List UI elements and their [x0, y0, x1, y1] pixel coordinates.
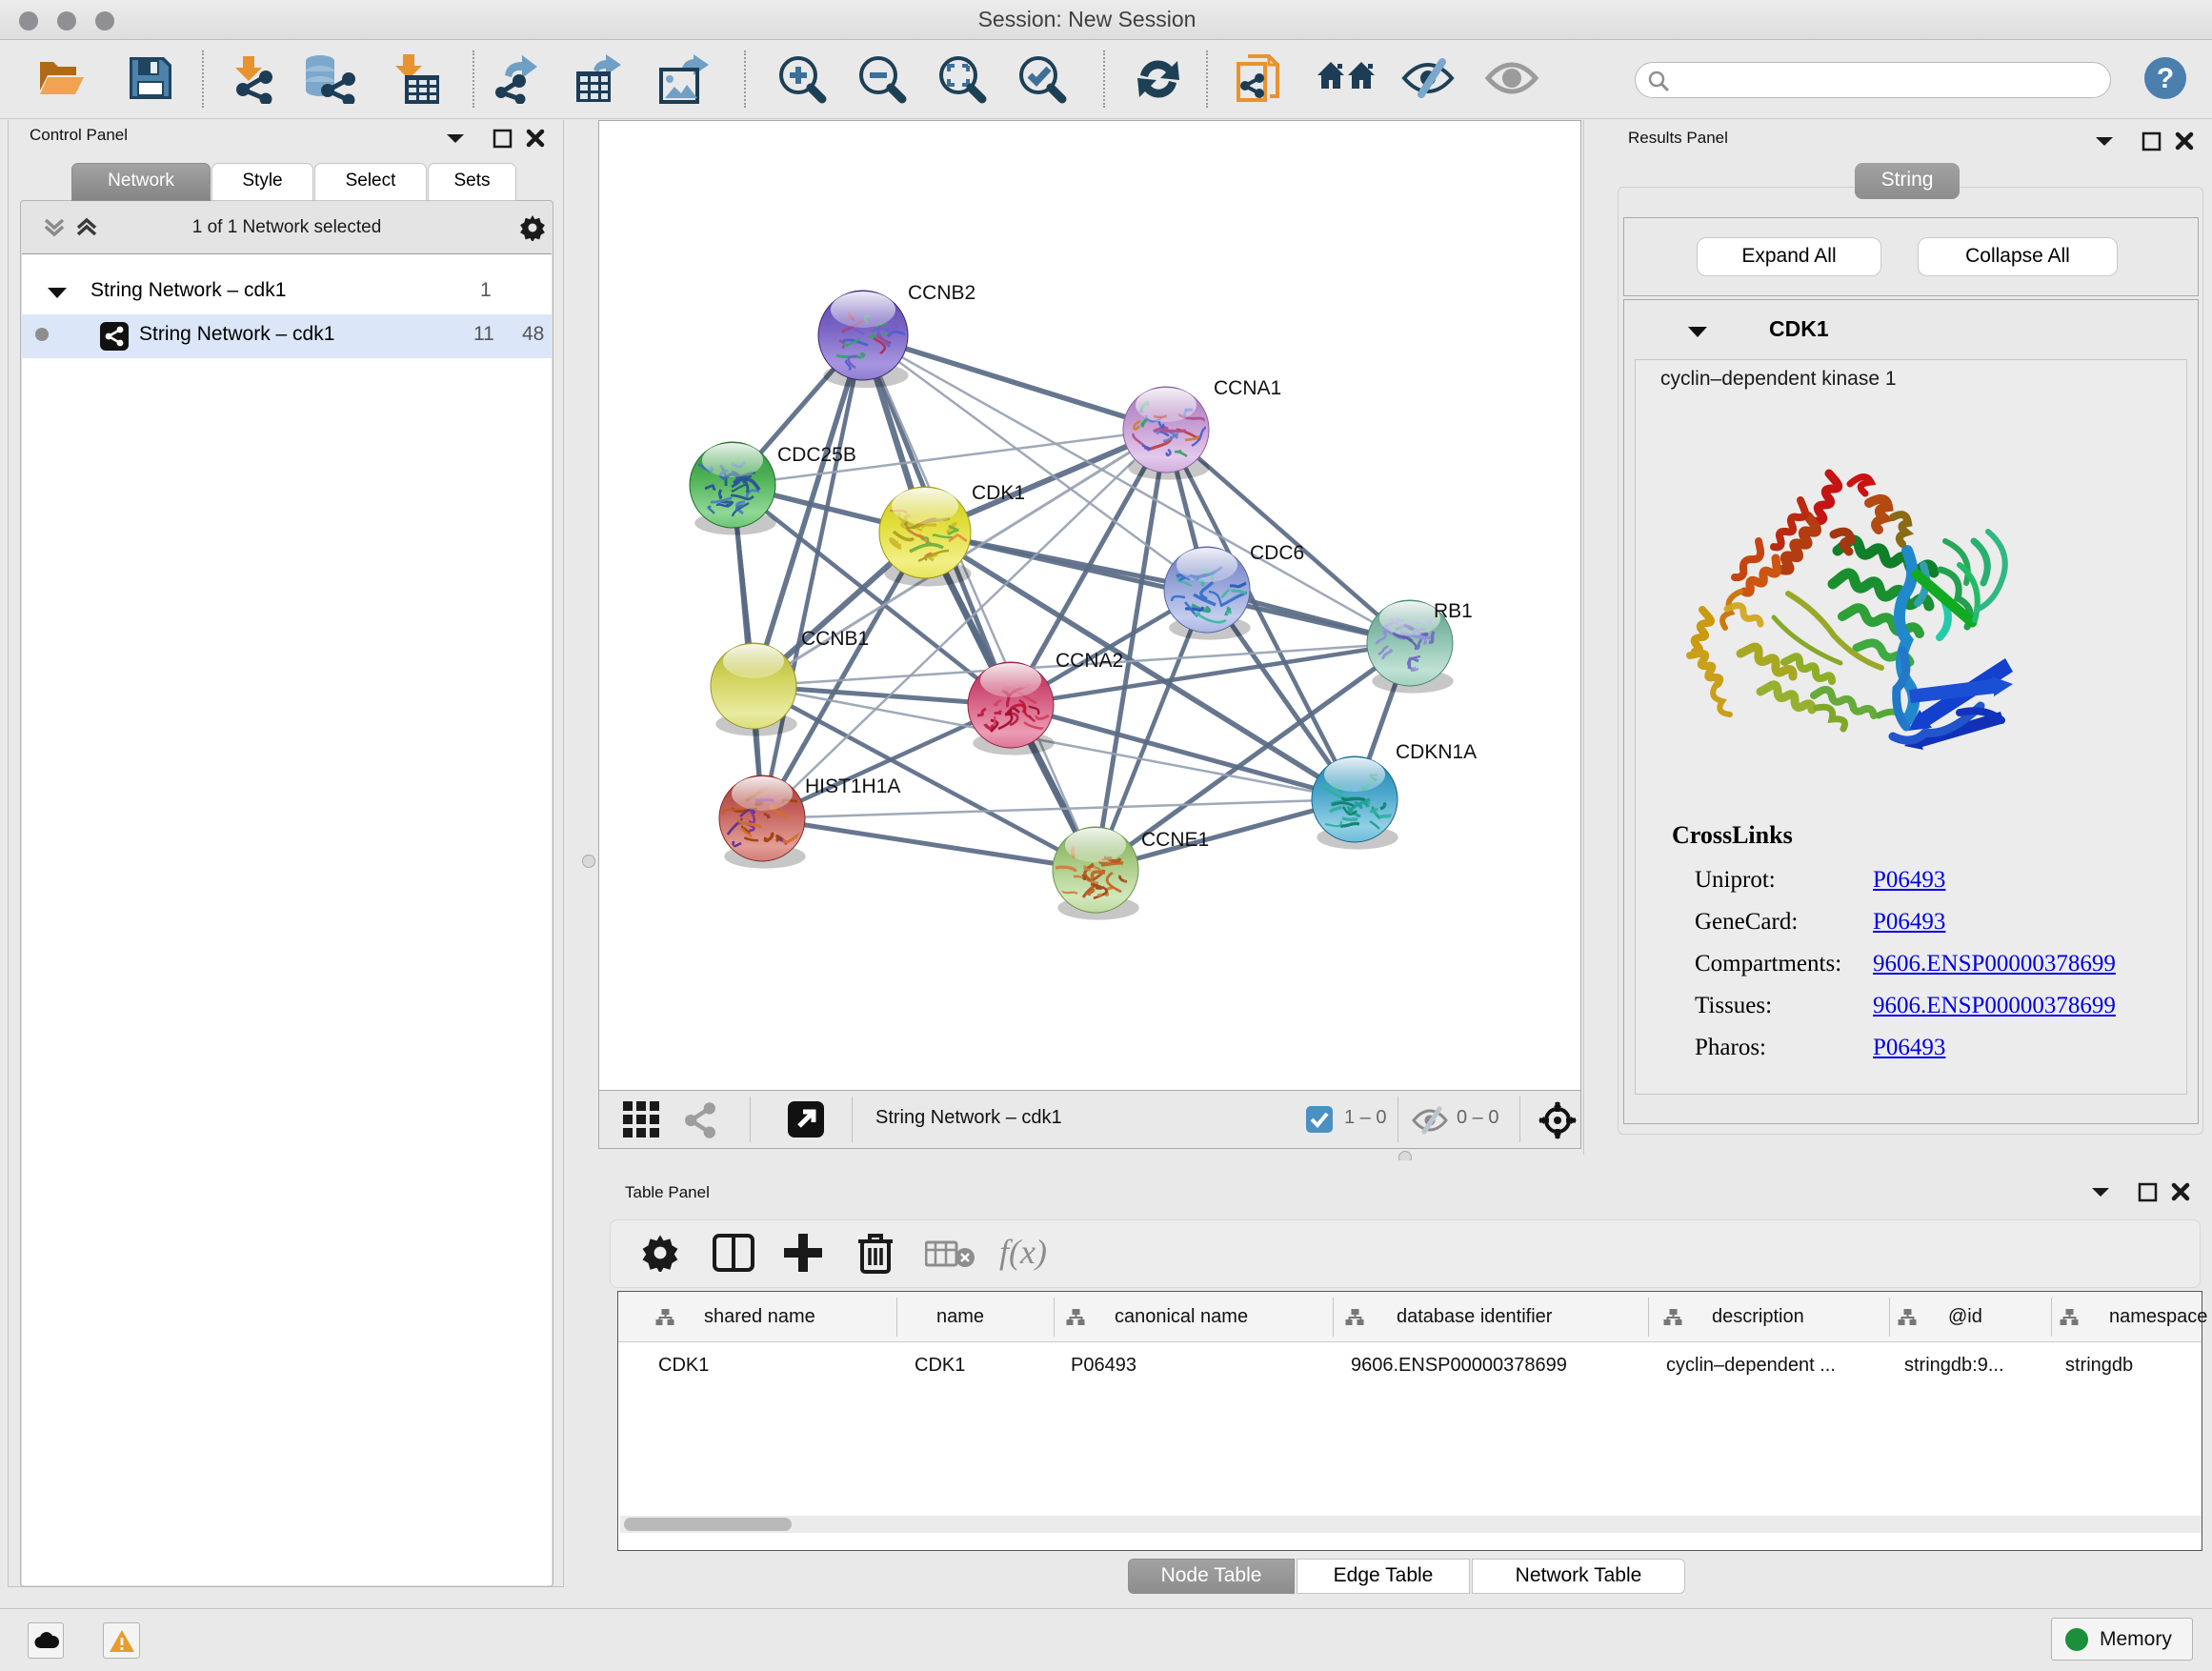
svg-text:?: ?	[2157, 63, 2174, 94]
svg-text:CCNA2: CCNA2	[1056, 650, 1123, 672]
svg-text:CCNA1: CCNA1	[1214, 377, 1281, 399]
svg-text:CDC6: CDC6	[1250, 542, 1304, 564]
svg-text:CDKN1A: CDKN1A	[1396, 741, 1477, 763]
svg-text:CDK1: CDK1	[972, 482, 1025, 504]
svg-text:HIST1H1A: HIST1H1A	[805, 775, 900, 797]
svg-text:CCNB1: CCNB1	[801, 628, 869, 650]
svg-text:RB1: RB1	[1434, 600, 1473, 622]
svg-text:CDC25B: CDC25B	[777, 444, 856, 466]
svg-text:CCNB2: CCNB2	[908, 282, 975, 304]
svg-text:CCNE1: CCNE1	[1141, 829, 1209, 851]
